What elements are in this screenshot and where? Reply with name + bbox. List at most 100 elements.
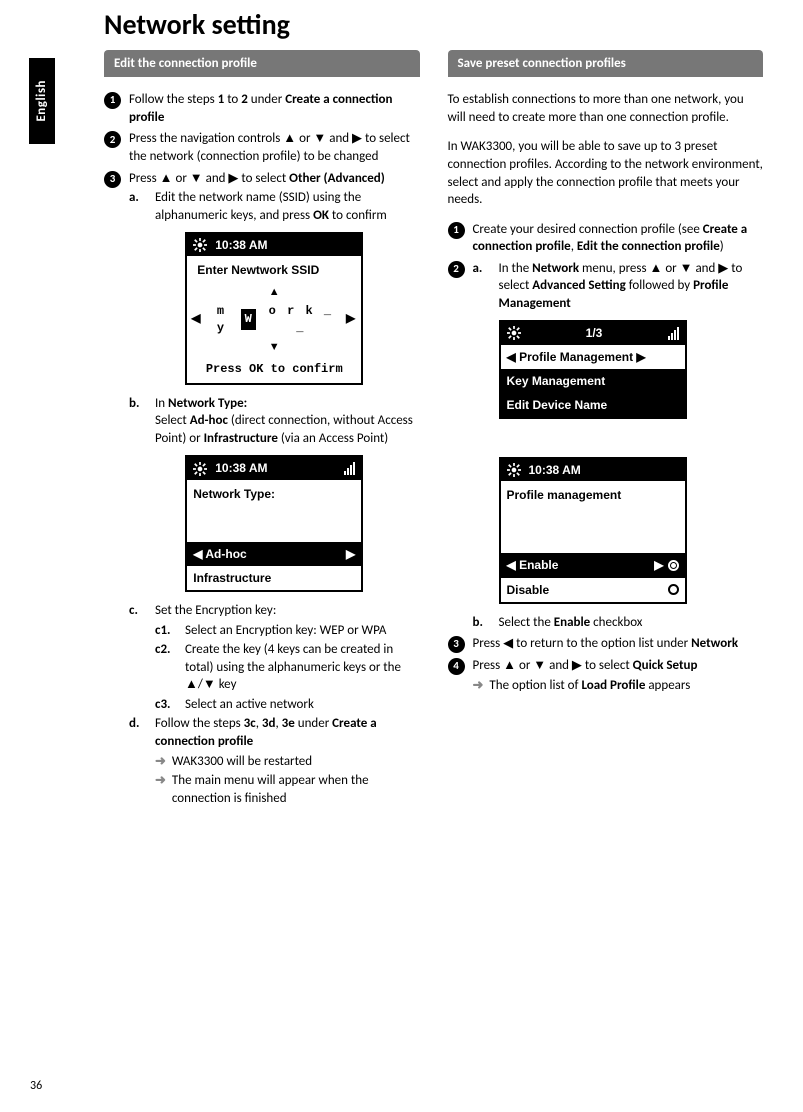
text: ) xyxy=(720,239,724,254)
left-column: Edit the connection profile 1 Follow the… xyxy=(104,50,420,811)
right-column: Save preset connection profiles To estab… xyxy=(448,50,764,811)
right-p2: In WAK3300, you will be able to save up … xyxy=(448,138,764,208)
text: Create your desired connection profile (… xyxy=(473,222,703,237)
status-bar: 10:38 AM xyxy=(187,234,361,256)
step-number-3: 3 xyxy=(448,636,465,653)
text: 2 xyxy=(241,92,248,107)
dev3-row2: Key Management xyxy=(501,369,685,393)
right-step-4: 4 Press ▲ or ▼ and ▶ to select Quick Set… xyxy=(448,657,764,694)
text: Ad-hoc xyxy=(205,547,246,561)
sub-label-c3: c3. xyxy=(155,696,177,714)
text: Create the key (4 keys can be created in… xyxy=(185,641,420,694)
right-step-4-text: Press ▲ or ▼ and ▶ to select Quick Setup… xyxy=(473,657,764,694)
dev1-title: Enter Newtwork SSID xyxy=(191,262,357,278)
gear-icon xyxy=(507,463,521,477)
sub-label-b: b. xyxy=(129,395,147,448)
left-arrow-icon: ◀ xyxy=(191,311,202,327)
text: Advanced Setting xyxy=(532,278,625,293)
left-step-3c3: c3. Select an active network xyxy=(155,696,420,714)
text: Network xyxy=(532,261,579,276)
device-profile-management-menu: 1/3 ◀ Profile Management ▶ Key Managemen… xyxy=(499,320,687,419)
text: The option list of Load Profile appears xyxy=(489,677,690,695)
text: Quick Setup xyxy=(633,658,698,673)
text: Profile Management xyxy=(519,350,633,364)
dev4-title: Profile management xyxy=(501,487,685,503)
language-tab-label: English xyxy=(33,80,51,122)
status-bar: 10:38 AM xyxy=(501,459,685,481)
text: under xyxy=(248,92,285,107)
text: Press ▲ or ▼ and ▶ to select xyxy=(129,171,289,186)
left-step-3c1: c1. Select an Encryption key: WEP or WPA xyxy=(155,622,420,640)
text: In xyxy=(155,396,168,411)
right-arrow-icon: ▶ xyxy=(346,311,357,327)
left-step-3d: d. Follow the steps 3c, 3d, 3e under Cre… xyxy=(129,715,420,807)
gear-icon xyxy=(193,462,207,476)
text: Press ◀ to return to the option list und… xyxy=(473,636,692,651)
sub-label-a: a. xyxy=(129,189,147,224)
down-arrow-icon: ▼ xyxy=(191,340,357,355)
edit-profile-header: Edit the connection profile xyxy=(104,50,420,78)
device-profile-management-enable: 10:38 AM Profile management ◀ Enable ▶ D… xyxy=(499,457,687,604)
text: Follow the steps xyxy=(155,716,244,731)
dev2-title: Network Type: xyxy=(187,486,361,502)
dev4-unselected: Disable xyxy=(501,578,685,602)
left-step-1: 1 Follow the steps 1 to 2 under Create a… xyxy=(104,91,420,126)
dev3-row3: Edit Device Name xyxy=(501,393,685,417)
text: to confirm xyxy=(329,208,387,223)
step-number-4: 4 xyxy=(448,658,465,675)
text: Select an Encryption key: WEP or WPA xyxy=(185,622,386,640)
step-number-1: 1 xyxy=(104,92,121,109)
status-bar: 10:38 AM xyxy=(187,457,361,479)
text: m y xyxy=(208,303,234,335)
signal-icon xyxy=(668,327,679,340)
sub-label-d: d. xyxy=(129,715,147,807)
text: Follow the steps xyxy=(129,92,218,107)
text: appears xyxy=(645,678,690,693)
left-step-3c2: c2. Create the key (4 keys can be create… xyxy=(155,641,420,694)
text: followed by xyxy=(626,278,693,293)
status-bar: 1/3 xyxy=(501,322,685,344)
text: Edit the connection profile xyxy=(577,239,720,254)
right-step-2a: a. In the Network menu, press ▲ or ▼ and… xyxy=(473,260,764,313)
right-step-3-text: Press ◀ to return to the option list und… xyxy=(473,635,764,653)
text: OK xyxy=(313,208,329,223)
text: under xyxy=(295,716,332,731)
radio-unselected-icon xyxy=(668,584,679,595)
selected-char: W xyxy=(241,309,256,329)
sub-label-a: a. xyxy=(473,260,491,313)
text: Load Profile xyxy=(581,678,645,693)
left-step-2-text: Press the navigation controls ▲ or ▼ and… xyxy=(129,130,420,165)
left-step-3-content: Press ▲ or ▼ and ▶ to select Other (Adva… xyxy=(129,170,420,808)
text: Other (Advanced) xyxy=(289,171,385,186)
up-arrow-icon: ▲ xyxy=(191,285,357,300)
right-step-2a-text: In the Network menu, press ▲ or ▼ and ▶ … xyxy=(499,260,764,313)
dev4-selected: ◀ Enable ▶ xyxy=(501,553,685,577)
result-arrow-icon: ➜ xyxy=(155,753,166,771)
text: Select the xyxy=(499,615,554,630)
left-step-3c: c. Set the Encryption key: c1. Select an… xyxy=(129,602,420,713)
text: Ad-hoc xyxy=(190,413,228,428)
sub-label-c2: c2. xyxy=(155,641,177,694)
sub-label-c1: c1. xyxy=(155,622,177,640)
text: Select an active network xyxy=(185,696,314,714)
left-step-3a: a. Edit the network name (SSID) using th… xyxy=(129,189,420,224)
text: Enable xyxy=(519,558,558,572)
text: to xyxy=(224,92,241,107)
save-preset-header: Save preset connection profiles xyxy=(448,50,764,78)
step-number-1: 1 xyxy=(448,222,465,239)
page-number: 36 xyxy=(30,1078,42,1094)
sub-label-b: b. xyxy=(473,614,491,632)
text: WAK3300 will be restarted xyxy=(172,753,312,771)
left-step-3d-arrow1: ➜ WAK3300 will be restarted xyxy=(155,753,420,771)
left-step-3c-text: Set the Encryption key: c1. Select an En… xyxy=(155,602,420,713)
step-number-3: 3 xyxy=(104,171,121,188)
dev1-row: ◀ m y W o r k _ _ ▶ xyxy=(191,303,357,335)
dev1-foot: Press OK to confirm xyxy=(191,361,357,377)
text: Set the Encryption key: xyxy=(155,603,276,618)
content-columns: Edit the connection profile 1 Follow the… xyxy=(104,50,763,811)
left-step-3-text: Press ▲ or ▼ and ▶ to select Other (Adva… xyxy=(129,170,420,188)
left-step-3d-arrow2: ➜ The main menu will appear when the con… xyxy=(155,772,420,807)
text: The main menu will appear when the conne… xyxy=(172,772,420,807)
left-step-3d-text: Follow the steps 3c, 3d, 3e under Create… xyxy=(155,715,420,807)
status-time: 10:38 AM xyxy=(529,462,581,478)
